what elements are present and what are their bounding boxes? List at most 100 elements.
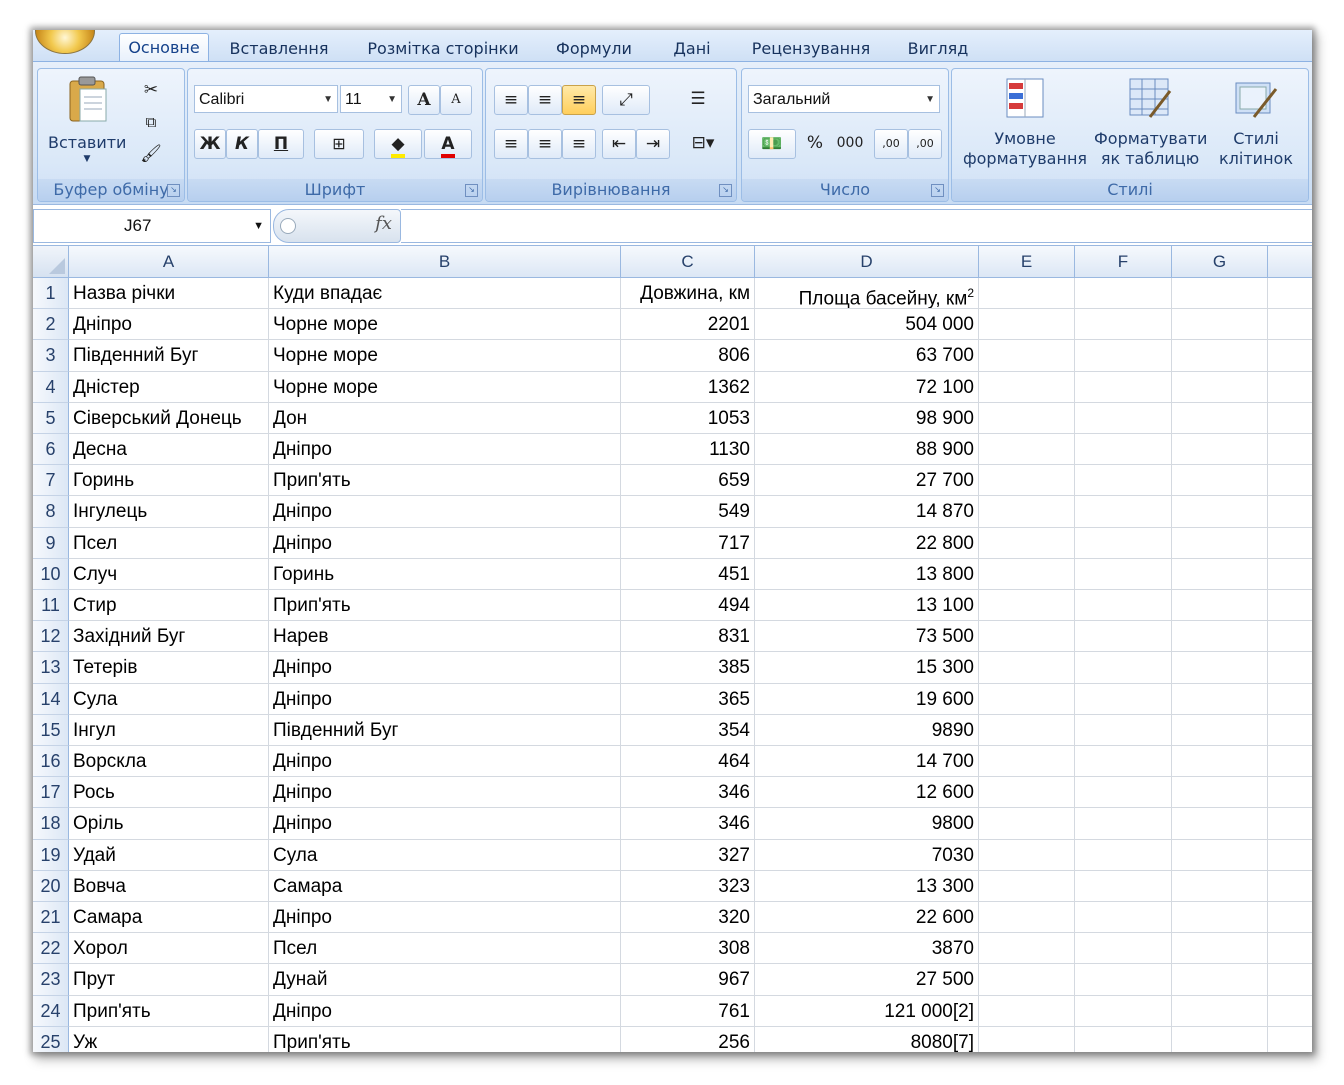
percent-button[interactable]: % bbox=[800, 129, 830, 157]
cell-d13[interactable]: 15 300 bbox=[755, 652, 979, 684]
cell-c17[interactable]: 346 bbox=[621, 777, 755, 809]
cell-a12[interactable]: Західний Буг bbox=[69, 621, 269, 653]
empty-cell[interactable] bbox=[1172, 558, 1268, 590]
empty-cell[interactable] bbox=[1268, 559, 1312, 590]
cell-b25[interactable]: Прип'ять bbox=[269, 1026, 621, 1052]
row-header[interactable]: 13 bbox=[33, 652, 69, 684]
empty-cell[interactable] bbox=[1172, 746, 1268, 778]
cell-d3[interactable]: 63 700 bbox=[755, 340, 979, 372]
empty-cell[interactable] bbox=[1268, 871, 1312, 902]
borders-icon[interactable]: ⊞ bbox=[314, 129, 364, 159]
column-header-g[interactable]: G bbox=[1172, 246, 1268, 278]
cell-a10[interactable]: Случ bbox=[69, 558, 269, 590]
number-launcher-icon[interactable]: ↘ bbox=[931, 184, 944, 197]
cell-d16[interactable]: 14 700 bbox=[755, 746, 979, 778]
cell-a15[interactable]: Інгул bbox=[69, 714, 269, 746]
cell-c15[interactable]: 354 bbox=[621, 714, 755, 746]
fill-color-icon[interactable]: ◆ bbox=[374, 129, 422, 159]
row-header[interactable]: 2 bbox=[33, 309, 69, 341]
empty-cell[interactable] bbox=[1268, 808, 1312, 840]
empty-cell[interactable] bbox=[1075, 808, 1172, 840]
cell-a25[interactable]: Уж bbox=[69, 1026, 269, 1052]
worksheet-grid[interactable]: ABCDEFG 1 Назва річки Куди впадає Довжина, … bbox=[33, 246, 1312, 1052]
empty-cell[interactable] bbox=[979, 683, 1075, 715]
row-header[interactable]: 20 bbox=[33, 870, 69, 902]
cell-d10[interactable]: 13 800 bbox=[755, 558, 979, 590]
row-header[interactable]: 12 bbox=[33, 621, 69, 653]
increase-decimal-button[interactable]: ,00 bbox=[874, 129, 908, 159]
empty-cell[interactable] bbox=[1268, 652, 1312, 684]
empty-cell[interactable] bbox=[979, 496, 1075, 528]
cell-a3[interactable]: Південний Буг bbox=[69, 340, 269, 372]
row-header[interactable]: 14 bbox=[33, 683, 69, 715]
empty-cell[interactable] bbox=[1268, 964, 1312, 996]
cell-c25[interactable]: 256 bbox=[621, 1026, 755, 1052]
cell-b20[interactable]: Самара bbox=[269, 870, 621, 902]
format-as-table-button[interactable]: Форматувати як таблицю bbox=[1094, 73, 1207, 173]
increase-indent-icon[interactable]: ⇥ bbox=[636, 129, 670, 159]
empty-cell[interactable] bbox=[1172, 870, 1268, 902]
empty-cell[interactable] bbox=[1075, 933, 1172, 965]
orientation-icon[interactable]: ⤢ bbox=[602, 85, 650, 115]
row-header[interactable]: 5 bbox=[33, 402, 69, 434]
row-header[interactable]: 19 bbox=[33, 839, 69, 871]
format-painter-icon[interactable]: 🖌 bbox=[138, 141, 164, 167]
empty-cell[interactable] bbox=[1075, 714, 1172, 746]
empty-cell[interactable] bbox=[1268, 840, 1312, 871]
alignment-launcher-icon[interactable]: ↘ bbox=[719, 184, 732, 197]
cell-c13[interactable]: 385 bbox=[621, 652, 755, 684]
insert-function-button[interactable]: fx bbox=[375, 213, 392, 234]
empty-cell[interactable] bbox=[979, 340, 1075, 372]
empty-cell[interactable] bbox=[1075, 309, 1172, 341]
row-header[interactable]: 17 bbox=[33, 777, 69, 809]
empty-cell[interactable] bbox=[979, 870, 1075, 902]
empty-cell[interactable] bbox=[1172, 278, 1268, 310]
empty-cell[interactable] bbox=[1268, 590, 1312, 622]
name-box[interactable]: J67 ▼ bbox=[33, 209, 271, 243]
cell-b3[interactable]: Чорне море bbox=[269, 340, 621, 372]
empty-cell[interactable] bbox=[1172, 714, 1268, 746]
empty-cell[interactable] bbox=[1075, 839, 1172, 871]
empty-cell[interactable] bbox=[1268, 777, 1312, 809]
office-button[interactable] bbox=[35, 30, 95, 54]
cell-b19[interactable]: Сула bbox=[269, 839, 621, 871]
tab-home[interactable]: Основне bbox=[119, 33, 209, 62]
cell-d8[interactable]: 14 870 bbox=[755, 496, 979, 528]
row-header[interactable]: 6 bbox=[33, 434, 69, 466]
cell-styles-button[interactable]: Стилі клітинок bbox=[1208, 73, 1304, 173]
cell-d6[interactable]: 88 900 bbox=[755, 434, 979, 466]
empty-cell[interactable] bbox=[1075, 746, 1172, 778]
empty-cell[interactable] bbox=[1075, 371, 1172, 403]
cell-b16[interactable]: Дніпро bbox=[269, 746, 621, 778]
font-color-button[interactable]: A bbox=[424, 129, 472, 159]
row-header[interactable]: 25 bbox=[33, 1026, 69, 1052]
cell-d7[interactable]: 27 700 bbox=[755, 465, 979, 497]
underline-button[interactable]: П bbox=[258, 129, 304, 159]
paste-button[interactable]: Вставити ▼ bbox=[48, 75, 126, 167]
row-header[interactable]: 16 bbox=[33, 746, 69, 778]
row-header[interactable]: 15 bbox=[33, 714, 69, 746]
cell-c23[interactable]: 967 bbox=[621, 964, 755, 996]
row-header[interactable]: 8 bbox=[33, 496, 69, 528]
cell-a21[interactable]: Самара bbox=[69, 902, 269, 934]
cell-c9[interactable]: 717 bbox=[621, 527, 755, 559]
empty-cell[interactable] bbox=[1172, 527, 1268, 559]
empty-cell[interactable] bbox=[979, 465, 1075, 497]
cell-b24[interactable]: Дніпро bbox=[269, 995, 621, 1027]
cell-d15[interactable]: 9890 bbox=[755, 714, 979, 746]
tab-page-layout[interactable]: Розмітка сторінки bbox=[365, 36, 521, 61]
empty-cell[interactable] bbox=[1172, 652, 1268, 684]
empty-cell[interactable] bbox=[1268, 496, 1312, 528]
conditional-formatting-button[interactable]: Умовне форматування bbox=[958, 73, 1092, 173]
cell-a24[interactable]: Прип'ять bbox=[69, 995, 269, 1027]
empty-cell[interactable] bbox=[1075, 902, 1172, 934]
empty-cell[interactable] bbox=[979, 621, 1075, 653]
empty-cell[interactable] bbox=[1075, 995, 1172, 1027]
cell-a9[interactable]: Псел bbox=[69, 527, 269, 559]
empty-cell[interactable] bbox=[1172, 902, 1268, 934]
cell-a2[interactable]: Дніпро bbox=[69, 309, 269, 341]
empty-cell[interactable] bbox=[979, 371, 1075, 403]
empty-cell[interactable] bbox=[1172, 621, 1268, 653]
empty-cell[interactable] bbox=[1172, 777, 1268, 809]
cell-a14[interactable]: Сула bbox=[69, 683, 269, 715]
